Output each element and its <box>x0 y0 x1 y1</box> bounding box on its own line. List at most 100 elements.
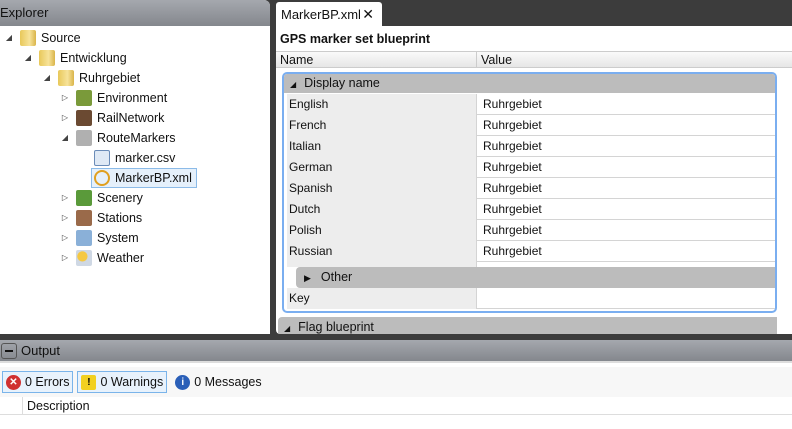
property-row-key[interactable]: Key <box>287 288 775 309</box>
errors-label: 0 Errors <box>25 375 70 389</box>
property-name: Italian <box>287 136 477 157</box>
column-description[interactable]: Description <box>22 397 90 415</box>
tree-item-entwicklung[interactable]: ◢ Entwicklung <box>23 48 127 68</box>
tab-markerbp-xml[interactable]: MarkerBP.xml ✕ <box>276 2 382 27</box>
property-name: English <box>287 94 477 115</box>
environment-icon <box>76 90 92 106</box>
collapsed-arrow-icon[interactable]: ▷ <box>60 188 70 208</box>
expanded-arrow-icon: ◢ <box>290 80 297 89</box>
property-value[interactable]: Ruhrgebiet <box>479 94 542 115</box>
tree-item-stations[interactable]: ▷ Stations <box>60 208 142 228</box>
warning-icon: ! <box>81 374 97 390</box>
folder-icon <box>39 50 55 66</box>
explorer-panel: Explorer ◢ Source ◢ Entwicklung ◢ Ruhrgebie… <box>0 0 270 334</box>
tree-item-label: Ruhrgebiet <box>79 71 141 85</box>
warnings-label: 0 Warnings <box>100 375 164 389</box>
property-row[interactable]: Dutch Ruhrgebiet <box>287 199 775 220</box>
property-row[interactable]: Spanish Ruhrgebiet <box>287 178 775 199</box>
tree-item-label: Source <box>41 31 81 45</box>
property-name: Key <box>287 288 477 309</box>
group-label: Other <box>320 270 353 284</box>
group-label: Display name <box>304 76 380 90</box>
property-row[interactable]: English Ruhrgebiet <box>287 94 775 115</box>
expanded-arrow-icon[interactable]: ◢ <box>23 48 33 68</box>
expanded-arrow-icon[interactable]: ◢ <box>42 68 52 88</box>
folder-icon <box>20 30 36 46</box>
property-value[interactable]: Ruhrgebiet <box>479 241 542 262</box>
warnings-filter-button[interactable]: ! 0 Warnings <box>77 371 168 393</box>
property-row[interactable]: French Ruhrgebiet <box>287 115 775 136</box>
column-value[interactable]: Value <box>476 52 512 68</box>
tree-item-marker-csv[interactable]: marker.csv <box>94 148 175 168</box>
tree-item-system[interactable]: ▷ System <box>60 228 139 248</box>
collapsed-arrow-icon[interactable]: ▷ <box>60 228 70 248</box>
group-other[interactable]: ▶ Other <box>296 267 775 288</box>
group-flag-blueprint[interactable]: ◢ Flag blueprint <box>278 317 777 334</box>
property-row[interactable]: Russian Ruhrgebiet <box>287 241 775 262</box>
column-name[interactable]: Name <box>280 52 313 68</box>
weather-icon <box>76 250 92 266</box>
group-display-name: ◢ Display name English Ruhrgebiet French Ru… <box>282 72 777 313</box>
output-title: Output <box>21 343 61 358</box>
collapsed-arrow-icon[interactable]: ▷ <box>60 88 70 108</box>
error-icon: ✕ <box>6 374 21 390</box>
property-row[interactable]: Polish Ruhrgebiet <box>287 220 775 241</box>
property-name: Russian <box>287 241 477 262</box>
property-value[interactable]: Ruhrgebiet <box>479 157 542 178</box>
messages-label: 0 Messages <box>194 375 262 389</box>
expanded-arrow-icon[interactable]: ◢ <box>4 28 14 48</box>
tree-item-label: RailNetwork <box>97 111 165 125</box>
property-row[interactable]: Italian Ruhrgebiet <box>287 136 775 157</box>
tree-item-label: System <box>97 231 139 245</box>
messages-filter-button[interactable]: i0 Messages <box>171 371 265 393</box>
tree-item-markerbp-xml[interactable]: MarkerBP.xml <box>91 168 197 188</box>
minimize-button[interactable] <box>1 342 17 359</box>
property-row[interactable]: German Ruhrgebiet <box>287 157 775 178</box>
group-header[interactable]: ◢ Display name <box>284 74 775 93</box>
tree-item-routemarkers[interactable]: ◢ RouteMarkers <box>60 128 176 148</box>
property-name: Dutch <box>287 199 477 220</box>
tree-item-environment[interactable]: ▷ Environment <box>60 88 167 108</box>
collapsed-arrow-icon[interactable]: ▷ <box>60 108 70 128</box>
tree-item-label: Entwicklung <box>60 51 127 65</box>
property-value[interactable]: Ruhrgebiet <box>479 199 542 220</box>
output-panel: Output ✕ 0 Errors ! 0 Warnings i0 Messages… <box>0 340 792 429</box>
railnetwork-icon <box>76 110 92 126</box>
property-name: French <box>287 115 477 136</box>
property-name: Polish <box>287 220 477 241</box>
csv-file-icon <box>94 150 110 166</box>
tree-item-label: marker.csv <box>115 151 176 165</box>
tree-item-railnetwork[interactable]: ▷ RailNetwork <box>60 108 164 128</box>
tree-item-source[interactable]: ◢ Source <box>4 28 81 48</box>
property-value[interactable]: Ruhrgebiet <box>479 115 542 136</box>
tree-item-label: Environment <box>97 91 168 105</box>
routemarkers-icon <box>76 130 92 146</box>
property-value[interactable]: Ruhrgebiet <box>479 178 542 199</box>
property-editor: GPS marker set blueprint Name Value ◢ Dis… <box>276 26 792 334</box>
folder-icon <box>58 70 74 86</box>
column-header: Name Value <box>276 51 792 68</box>
tab-label: MarkerBP.xml <box>281 7 361 22</box>
tree-item-label: Stations <box>97 211 143 225</box>
blueprint-file-icon <box>94 170 110 186</box>
group-label: Flag blueprint <box>298 320 374 334</box>
tree-item-weather[interactable]: ▷ Weather <box>60 248 144 268</box>
output-toolbar: ✕ 0 Errors ! 0 Warnings i0 Messages <box>0 367 792 397</box>
info-icon: i <box>175 374 191 390</box>
tree-item-ruhrgebiet[interactable]: ◢ Ruhrgebiet <box>42 68 140 88</box>
page-title: GPS marker set blueprint <box>280 32 431 46</box>
close-icon[interactable]: ✕ <box>362 2 374 27</box>
errors-filter-button[interactable]: ✕ 0 Errors <box>2 371 74 393</box>
tree-item-label: RouteMarkers <box>97 131 176 145</box>
tree-item-label: Scenery <box>97 191 143 205</box>
expanded-arrow-icon[interactable]: ◢ <box>60 128 70 148</box>
collapsed-arrow-icon[interactable]: ▷ <box>60 208 70 228</box>
tree-item-scenery[interactable]: ▷ Scenery <box>60 188 143 208</box>
scenery-icon <box>76 190 92 206</box>
explorer-header: Explorer <box>0 0 270 26</box>
tree-item-label: Weather <box>97 251 145 265</box>
property-value[interactable]: Ruhrgebiet <box>479 220 542 241</box>
property-value[interactable]: Ruhrgebiet <box>479 136 542 157</box>
output-header: Output <box>0 340 792 363</box>
collapsed-arrow-icon[interactable]: ▷ <box>60 248 70 268</box>
